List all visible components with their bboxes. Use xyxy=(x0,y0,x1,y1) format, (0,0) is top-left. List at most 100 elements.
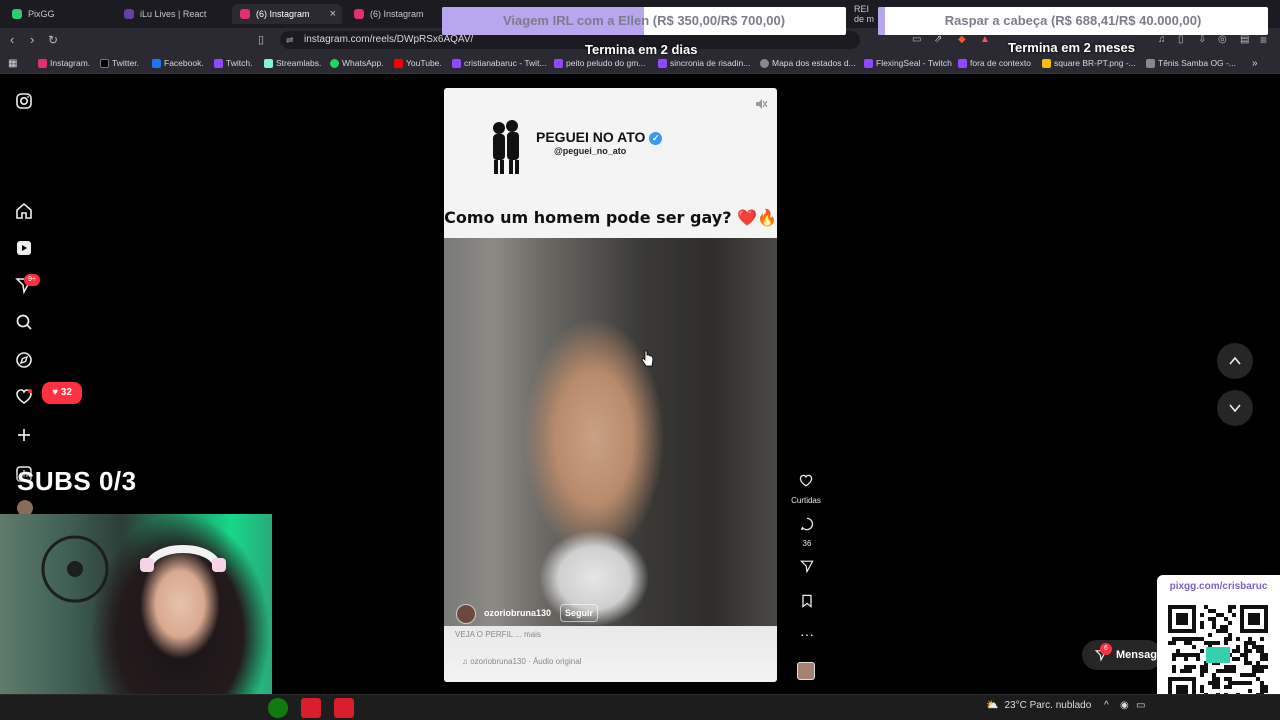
bookmark-item[interactable]: sincronia de risadin... xyxy=(658,56,750,70)
bookmark-item[interactable]: Facebook. xyxy=(152,56,204,70)
instagram-logo-icon[interactable] xyxy=(14,91,34,111)
qr-module xyxy=(1264,685,1268,689)
bookmark-item[interactable]: WhatsApp. xyxy=(330,56,384,70)
share-plane-icon[interactable] xyxy=(799,558,815,574)
qr-module xyxy=(1244,657,1248,661)
tab-instagram-active[interactable]: (6) Instagram × xyxy=(232,4,342,24)
previous-reel-button[interactable] xyxy=(1217,343,1253,379)
explore-compass-icon[interactable] xyxy=(14,350,34,370)
bookmark-item[interactable]: fora de contexto xyxy=(958,56,1031,70)
audio-thumbnail[interactable] xyxy=(797,662,815,680)
close-tab-icon[interactable]: × xyxy=(330,8,336,20)
qr-module xyxy=(1264,653,1268,657)
qr-module xyxy=(1172,665,1176,669)
bookmark-item[interactable]: FlexingSeal - Twitch xyxy=(864,56,952,70)
notifications-heart-icon[interactable] xyxy=(14,387,34,407)
home-icon[interactable] xyxy=(14,201,34,221)
qr-module xyxy=(1224,665,1228,669)
apps-grid-icon[interactable]: ▦ xyxy=(8,56,17,70)
qr-module xyxy=(1192,637,1196,641)
bookmark-item[interactable]: Mapa dos estados d... xyxy=(760,56,856,70)
qr-module xyxy=(1220,613,1224,617)
tray-chevron-up-icon[interactable]: ^ xyxy=(1104,700,1109,711)
heart-icon: ♥ xyxy=(52,387,59,398)
follow-button[interactable]: Seguir xyxy=(560,604,599,622)
streamlabs-icon xyxy=(264,58,273,68)
url-text: instagram.com/reels/DWpRSx6AQAV/ xyxy=(304,34,474,45)
forward-icon[interactable]: › xyxy=(30,31,34,49)
weather-widget[interactable]: ⛅ 23°C Parc. nublado xyxy=(986,700,1091,711)
muted-speaker-icon[interactable] xyxy=(754,97,768,111)
next-reel-button[interactable] xyxy=(1217,390,1253,426)
bookmark-page-icon[interactable]: ▯ xyxy=(258,31,264,49)
like-action[interactable]: Curtidas xyxy=(791,473,821,505)
bookmark-item[interactable]: Tênis Samba OG -... xyxy=(1146,56,1236,70)
qr-module xyxy=(1240,681,1244,685)
poster-avatar[interactable] xyxy=(456,604,476,624)
search-icon[interactable] xyxy=(14,312,34,332)
streaming-app-icon[interactable] xyxy=(334,698,354,718)
reels-icon[interactable] xyxy=(14,238,34,258)
comment-action[interactable]: 36 xyxy=(796,516,818,548)
qr-module xyxy=(1204,605,1208,609)
bookmark-item[interactable]: cristianabaruc - Twit... xyxy=(452,56,547,70)
heart-outline-icon[interactable] xyxy=(798,473,814,489)
qr-module xyxy=(1224,629,1228,633)
qr-module xyxy=(1232,605,1236,609)
qr-module xyxy=(1252,665,1256,669)
bookmark-item[interactable]: YouTube. xyxy=(394,56,442,70)
goal-title: Viagem IRL com a Ellen (R$ 350,00/R$ 700… xyxy=(502,13,786,28)
bookmark-item[interactable]: Twitch. xyxy=(214,56,252,70)
twitch-icon xyxy=(554,58,563,68)
back-icon[interactable]: ‹ xyxy=(10,31,14,49)
qr-module xyxy=(1204,665,1208,669)
qr-module xyxy=(1208,641,1212,645)
qr-module xyxy=(1184,641,1188,645)
bookmark-item[interactable]: peito peludo do gm... xyxy=(554,56,645,70)
audio-track[interactable]: ♫ ozoriobruna130 · Áudio original xyxy=(462,657,581,666)
site-info-icon[interactable]: ⇌ xyxy=(286,31,294,49)
tray-network-icon[interactable]: ▭ xyxy=(1136,700,1145,711)
share-action[interactable] xyxy=(796,558,818,579)
goal-bar-trip: Viagem IRL com a Ellen (R$ 350,00/R$ 700… xyxy=(442,7,846,35)
bookmark-save-icon[interactable] xyxy=(799,593,815,609)
qr-module xyxy=(1200,637,1204,641)
comment-bubble-icon[interactable] xyxy=(799,516,815,532)
streamer-webcam xyxy=(0,514,272,694)
create-plus-icon[interactable] xyxy=(14,425,34,445)
qr-module xyxy=(1236,645,1240,649)
likes-popup-badge: ♥ 32 xyxy=(42,382,82,404)
reel-video[interactable]: PEGUEI NO ATO ✓ @peguei_no_ato Como um h… xyxy=(444,88,777,682)
poster-username[interactable]: ozoriobruna130 xyxy=(484,608,551,618)
tray-app-icon[interactable]: ◉ xyxy=(1120,700,1129,711)
qr-module xyxy=(1228,681,1232,685)
tab-instagram[interactable]: (6) Instagram xyxy=(346,4,442,24)
tab-ilu-lives[interactable]: iLu Lives | React xyxy=(116,4,230,24)
ilu-favicon-icon xyxy=(124,9,134,19)
tab-pixgg[interactable]: PixGG xyxy=(4,4,114,24)
streaming-app-icon[interactable] xyxy=(301,698,321,718)
qr-module xyxy=(1252,673,1256,677)
qr-module xyxy=(1208,633,1212,637)
qr-module xyxy=(1252,669,1256,673)
reel-description[interactable]: VEJA O PERFIL ... mais xyxy=(455,630,541,639)
save-action[interactable] xyxy=(796,593,818,614)
qr-module xyxy=(1244,641,1248,645)
qr-module xyxy=(1260,685,1264,689)
tab-partial[interactable]: REI de m xyxy=(846,4,876,24)
xbox-app-icon[interactable] xyxy=(268,698,288,718)
bookmark-item[interactable]: Streamlabs. xyxy=(264,56,321,70)
messages-button[interactable]: Mensag xyxy=(1082,640,1162,670)
bookmark-item[interactable]: square BR-PT.png -... xyxy=(1042,56,1136,70)
bookmark-item[interactable]: Twitter. xyxy=(100,56,139,70)
more-bookmarks-icon[interactable]: » xyxy=(1252,56,1258,70)
bookmark-item[interactable]: Instagram. xyxy=(38,56,90,70)
qr-module xyxy=(1212,609,1216,613)
twitch-icon xyxy=(658,58,667,68)
goal-deadline: Termina em 2 dias xyxy=(585,42,698,57)
windows-taskbar: ⛅ 23°C Parc. nublado ^ ◉ ▭ xyxy=(0,694,1280,720)
more-options-icon[interactable]: ··· xyxy=(796,626,818,642)
reload-icon[interactable]: ↻ xyxy=(48,31,58,49)
instagram-favicon-icon xyxy=(354,9,364,19)
couple-cartoon-logo-icon xyxy=(493,120,519,174)
